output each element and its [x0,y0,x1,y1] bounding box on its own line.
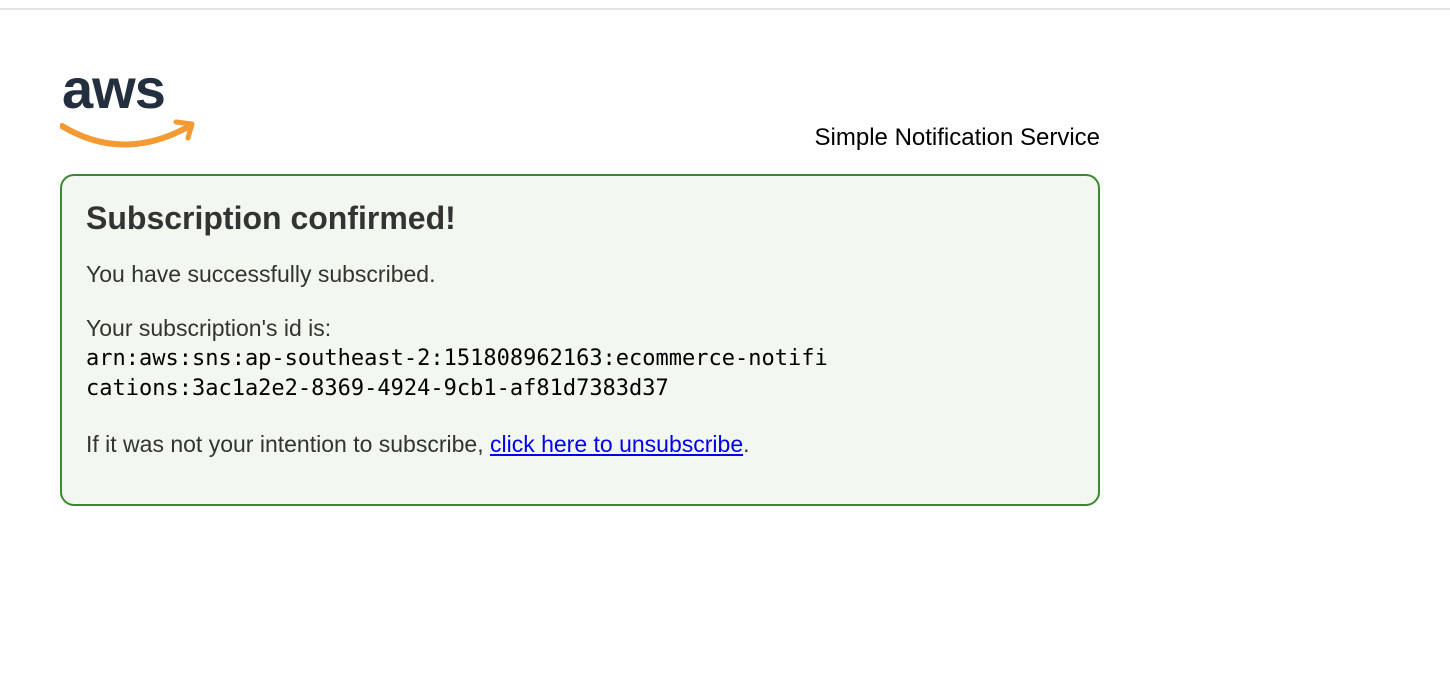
subscription-id-label: Your subscription's id is: arn:aws:sns:a… [86,314,1074,404]
subscription-id-label-text: Your subscription's id is: [86,315,332,341]
top-divider [0,8,1450,10]
unsubscribe-prefix: If it was not your intention to subscrib… [86,431,490,457]
confirmation-title: Subscription confirmed! [86,200,456,236]
unsubscribe-sentence: If it was not your intention to subscrib… [86,430,1074,458]
success-message: You have successfully subscribed. [86,261,436,287]
aws-logo-text: aws [62,62,165,120]
unsubscribe-suffix: . [743,431,750,457]
service-name: Simple Notification Service [814,124,1100,151]
header: aws Simple Notification Service [60,62,1100,158]
page: aws Simple Notification Service Subscrip… [0,0,1450,676]
subscription-arn: arn:aws:sns:ap-southeast-2:151808962163:… [86,346,828,401]
aws-smile-icon [60,123,189,148]
unsubscribe-link[interactable]: click here to unsubscribe [490,431,743,457]
aws-logo: aws [60,62,195,148]
confirmation-panel: Subscription confirmed! You have success… [60,174,1100,506]
